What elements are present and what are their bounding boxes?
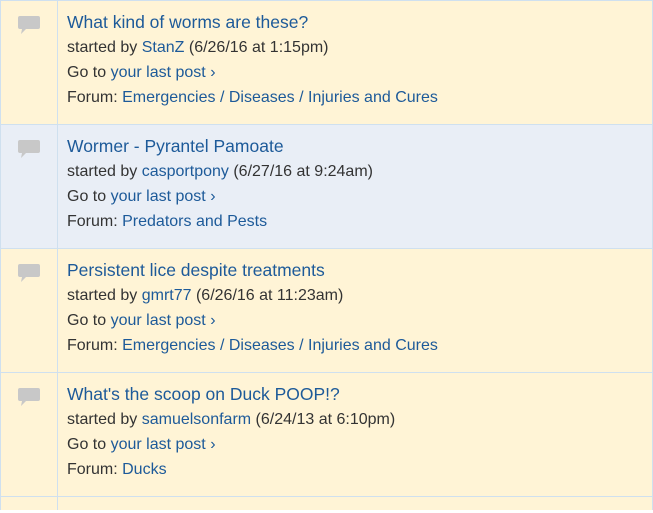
thread-date: (6/26/16 at 11:23am) [195, 287, 344, 304]
forum-line: Forum: Predators and Pests [67, 209, 373, 234]
thread-icon-cell [1, 1, 58, 124]
speech-bubble-icon [18, 16, 40, 34]
forum-label: Forum: [67, 461, 118, 478]
forum-separator: / [299, 89, 304, 106]
thread-starter-line: started by samuelsonfarm (6/24/13 at 6:1… [67, 407, 395, 432]
last-post-link[interactable]: your last post › [111, 64, 216, 81]
thread-date: (6/24/13 at 6:10pm) [255, 411, 396, 428]
forum-link[interactable]: Diseases [229, 337, 295, 354]
started-by-label: started by [67, 39, 138, 56]
forum-link[interactable]: Injuries and Cures [308, 89, 438, 106]
started-by-label: started by [67, 287, 138, 304]
forum-separator: / [219, 337, 225, 354]
forum-link[interactable]: Ducks [122, 461, 166, 478]
author-link[interactable]: gmrt77 [142, 287, 192, 304]
thread-row: What kind of worms are these? started by… [0, 1, 653, 125]
thread-starter-line: started by gmrt77 (6/26/16 at 11:23am) [67, 283, 438, 308]
forum-link[interactable]: Emergencies [122, 89, 215, 106]
author-link[interactable]: casportpony [142, 163, 229, 180]
goto-label: Go to [67, 436, 107, 453]
thread-starter-line: started by StanZ (6/26/16 at 1:15pm) [67, 35, 438, 60]
thread-row-partial [0, 497, 653, 510]
thread-row: Wormer - Pyrantel Pamoate started by cas… [0, 125, 653, 249]
forum-label: Forum: [67, 89, 118, 106]
forum-link[interactable]: Diseases [229, 89, 295, 106]
author-link[interactable]: StanZ [142, 39, 185, 56]
forum-link[interactable]: Injuries and Cures [308, 337, 438, 354]
goto-line: Go to your last post › [67, 308, 438, 333]
goto-label: Go to [67, 64, 107, 81]
forum-separator: / [219, 89, 225, 106]
goto-line: Go to your last post › [67, 184, 373, 209]
thread-date: (6/26/16 at 1:15pm) [188, 39, 329, 56]
forum-link[interactable]: Predators and Pests [122, 213, 267, 230]
thread-icon-cell [1, 125, 58, 248]
started-by-label: started by [67, 163, 138, 180]
speech-bubble-icon [18, 140, 40, 158]
forum-label: Forum: [67, 337, 118, 354]
thread-list: What kind of worms are these? started by… [0, 0, 653, 513]
speech-bubble-icon [18, 388, 40, 406]
thread-content: Wormer - Pyrantel Pamoate started by cas… [58, 125, 373, 248]
thread-icon-cell [1, 497, 58, 510]
thread-title-link[interactable]: Wormer - Pyrantel Pamoate [67, 134, 373, 158]
forum-link[interactable]: Emergencies [122, 337, 215, 354]
thread-title-link[interactable]: Persistent lice despite treatments [67, 258, 438, 282]
thread-content: Persistent lice despite treatments start… [58, 249, 438, 372]
author-link[interactable]: samuelsonfarm [142, 411, 251, 428]
forum-separator: / [299, 337, 304, 354]
speech-bubble-icon [18, 264, 40, 282]
forum-line: Forum: Emergencies / Diseases / Injuries… [67, 85, 438, 110]
thread-content: What kind of worms are these? started by… [58, 1, 438, 124]
goto-label: Go to [67, 188, 107, 205]
goto-line: Go to your last post › [67, 60, 438, 85]
goto-line: Go to your last post › [67, 432, 395, 457]
forum-line: Forum: Ducks [67, 457, 395, 482]
forum-line: Forum: Emergencies / Diseases / Injuries… [67, 333, 438, 358]
forum-label: Forum: [67, 213, 118, 230]
thread-content: What's the scoop on Duck POOP!? started … [58, 373, 395, 496]
thread-starter-line: started by casportpony (6/27/16 at 9:24a… [67, 159, 373, 184]
last-post-link[interactable]: your last post › [111, 312, 216, 329]
thread-title-link[interactable]: What kind of worms are these? [67, 10, 438, 34]
thread-date: (6/27/16 at 9:24am) [233, 163, 373, 180]
thread-row: What's the scoop on Duck POOP!? started … [0, 373, 653, 497]
started-by-label: started by [67, 411, 138, 428]
goto-label: Go to [67, 312, 107, 329]
thread-row: Persistent lice despite treatments start… [0, 249, 653, 373]
thread-icon-cell [1, 373, 58, 496]
last-post-link[interactable]: your last post › [111, 188, 216, 205]
thread-title-link[interactable]: What's the scoop on Duck POOP!? [67, 382, 395, 406]
last-post-link[interactable]: your last post › [111, 436, 216, 453]
thread-icon-cell [1, 249, 58, 372]
